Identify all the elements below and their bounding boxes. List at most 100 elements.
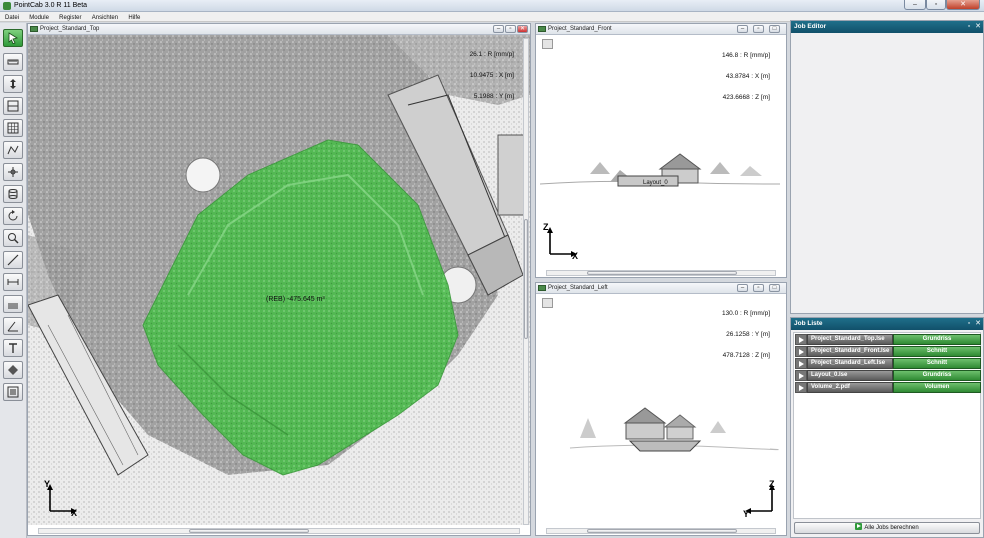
rotate-icon — [8, 210, 18, 221]
viewport-icon — [538, 285, 546, 291]
viewport-top-vscroll[interactable] — [523, 38, 529, 525]
cylinder-tool-button[interactable] — [3, 185, 23, 203]
job-type: Grundriss — [893, 334, 981, 345]
play-icon[interactable] — [795, 346, 807, 357]
job-editor-header: Job Editor ▫ ✕ — [791, 21, 983, 33]
crosshair-icon — [8, 167, 18, 177]
play-icon[interactable] — [795, 334, 807, 345]
job-type: Volumen — [893, 382, 981, 393]
point-cloud-left-view — [569, 407, 779, 452]
job-list-float-button[interactable]: ▫ — [965, 319, 973, 328]
volume-label: (REB) -475.645 m³ — [266, 296, 325, 303]
maximize-button[interactable]: ▫ — [926, 0, 946, 10]
viewport-front-minimize-button[interactable]: – — [737, 25, 748, 33]
viewport-left-settings-button[interactable] — [542, 298, 553, 308]
job-row[interactable]: Project_Standard_Left.lse Schnitt — [795, 358, 981, 369]
grid-icon — [7, 122, 19, 134]
job-row[interactable]: Layout_0.lse Grundriss — [795, 370, 981, 381]
play-icon — [855, 523, 863, 530]
move-tool-button[interactable] — [3, 75, 23, 93]
minimize-button[interactable]: – — [904, 0, 926, 10]
menu-module[interactable]: Module — [26, 13, 52, 23]
line-tool-button[interactable] — [3, 251, 23, 269]
app-icon — [3, 2, 11, 10]
layers-icon — [8, 303, 18, 309]
section-tool-button[interactable] — [3, 97, 23, 115]
viewport-front-hscroll[interactable] — [546, 270, 776, 276]
job-row[interactable]: Project_Standard_Top.lse Grundriss — [795, 334, 981, 345]
export-tool-button[interactable] — [3, 383, 23, 401]
play-icon[interactable] — [795, 370, 807, 381]
text-tool-button[interactable] — [3, 339, 23, 357]
menu-hilfe[interactable]: Hilfe — [125, 13, 143, 23]
text-icon — [9, 343, 17, 353]
viewport-top-close-button[interactable]: ✕ — [517, 25, 528, 33]
axis-label-top-h: X — [71, 508, 78, 518]
viewport-front[interactable]: Project_Standard_Front – ▫ □ 146.8 : R [… — [535, 23, 787, 278]
viewport-left[interactable]: Project_Standard_Left – ▫ □ 130.0 : R [m… — [535, 282, 787, 536]
job-row[interactable]: Volume_2.pdf Volumen — [795, 382, 981, 393]
viewport-left-hscroll[interactable] — [546, 528, 776, 534]
point-cloud-top-view — [28, 35, 530, 525]
play-icon[interactable] — [795, 382, 807, 393]
job-list-header: Job Liste ▫ ✕ — [791, 318, 983, 330]
polyline-icon — [7, 145, 19, 155]
job-type: Schnitt — [893, 346, 981, 357]
select-tool-button[interactable] — [3, 29, 23, 47]
viewport-top-minimize-button[interactable]: – — [493, 25, 504, 33]
viewport-top-restore-button[interactable]: ▫ — [505, 25, 516, 33]
viewport-front-restore-button[interactable]: ▫ — [753, 25, 764, 33]
job-editor-title: Job Editor — [794, 23, 827, 30]
job-name: Project_Standard_Front.lse — [807, 346, 893, 357]
viewport-front-maximize-button[interactable]: □ — [769, 25, 780, 33]
readout-y: 26.1258 : Y [m] — [726, 331, 770, 338]
menu-ansichten[interactable]: Ansichten — [89, 13, 121, 23]
axis-label-front-v: Z — [543, 222, 549, 232]
viewport-front-settings-button[interactable] — [542, 39, 553, 49]
job-editor-close-button[interactable]: ✕ — [974, 22, 982, 31]
play-icon[interactable] — [795, 358, 807, 369]
viewport-left-maximize-button[interactable]: □ — [769, 284, 780, 292]
viewport-front-title: Project_Standard_Front — [548, 26, 612, 32]
zoom-icon — [8, 233, 19, 244]
angle-tool-button[interactable] — [3, 317, 23, 335]
job-editor-panel: Job Editor ▫ ✕ — [790, 20, 984, 314]
cylinder-icon — [8, 189, 18, 199]
job-name: Volume_2.pdf — [807, 382, 893, 393]
job-row[interactable]: Project_Standard_Front.lse Schnitt — [795, 346, 981, 357]
viewport-top-header: Project_Standard_Top – ▫ ✕ — [28, 24, 530, 35]
viewport-left-minimize-button[interactable]: – — [737, 284, 748, 292]
marker-tool-button[interactable] — [3, 361, 23, 379]
rotate-tool-button[interactable] — [3, 207, 23, 225]
measure-tool-button[interactable] — [3, 53, 23, 71]
viewport-top[interactable]: Project_Standard_Top – ▫ ✕ 26.1: R [mm/… — [27, 23, 531, 536]
job-list-title: Job Liste — [794, 320, 823, 327]
job-editor-float-button[interactable]: ▫ — [965, 22, 973, 31]
dimension-icon — [7, 279, 19, 285]
grid-tool-button[interactable] — [3, 119, 23, 137]
viewport-left-header: Project_Standard_Left – ▫ □ — [536, 283, 786, 294]
angle-icon — [7, 321, 18, 332]
ruler-icon — [7, 59, 19, 65]
layer-tool-button[interactable] — [3, 295, 23, 313]
polyline-tool-button[interactable] — [3, 141, 23, 159]
dimension-tool-button[interactable] — [3, 273, 23, 291]
close-button[interactable]: ✕ — [946, 0, 980, 10]
menu-datei[interactable]: Datei — [2, 13, 22, 23]
readout-x: 43.8784 : X [m] — [725, 73, 770, 80]
job-list-close-button[interactable]: ✕ — [974, 319, 982, 328]
viewport-top-hscroll[interactable] — [38, 528, 520, 534]
zoom-tool-button[interactable] — [3, 229, 23, 247]
viewport-icon — [538, 26, 546, 32]
axis-label-left-h: Y — [743, 509, 750, 519]
viewport-top-title: Project_Standard_Top — [40, 26, 100, 32]
viewport-left-restore-button[interactable]: ▫ — [753, 284, 764, 292]
point-tool-button[interactable] — [3, 163, 23, 181]
run-all-jobs-button[interactable]: Alle Jobs berechnen — [794, 522, 980, 534]
point-cloud-front-view — [540, 153, 780, 187]
job-name: Layout_0.lse — [807, 370, 893, 381]
viewport-front-header: Project_Standard_Front – ▫ □ — [536, 24, 786, 35]
menu-register[interactable]: Register — [56, 13, 84, 23]
readout-x: 10.9475 : X [m] — [469, 72, 514, 79]
readout-resolution: 146.8 : R [mm/p] — [721, 52, 770, 59]
